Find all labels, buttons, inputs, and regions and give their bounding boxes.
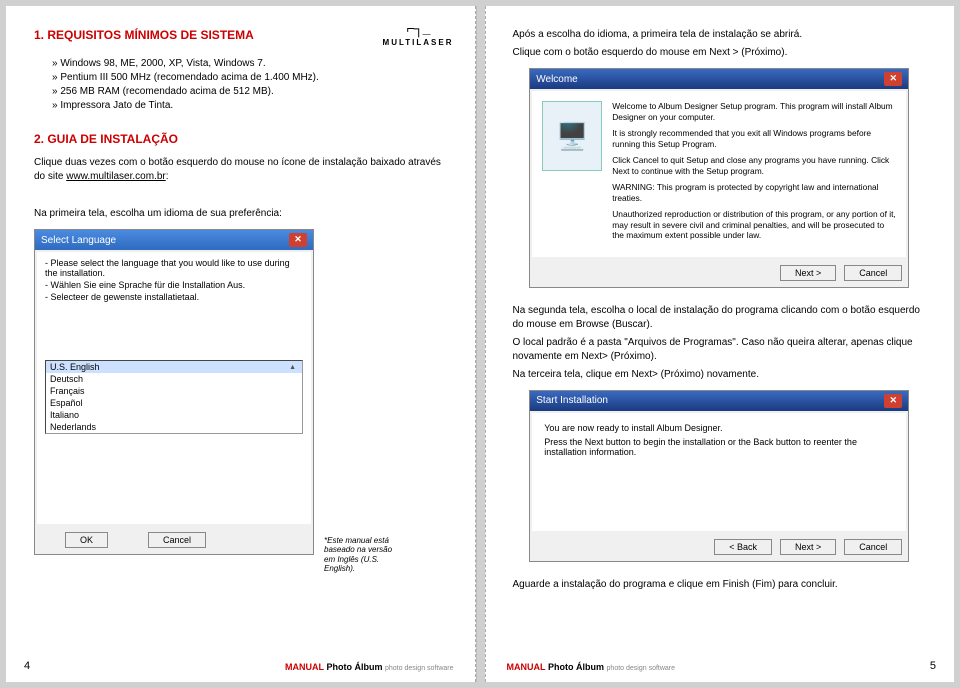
intro-p2: Clique com o botão esquerdo do mouse em …: [513, 46, 927, 60]
dialog-titlebar: Select Language ✕: [35, 230, 313, 250]
mid-p3: Na terceira tela, clique em Next> (Próxi…: [513, 368, 927, 382]
dialog-actions: < Back Next > Cancel: [530, 533, 908, 561]
guide-paragraph-1: Clique duas vezes com o botão esquerdo d…: [34, 156, 448, 184]
language-listbox[interactable]: U.S. English Deutsch Français Español It…: [45, 360, 303, 434]
dialog-title-text: Select Language: [41, 235, 116, 246]
footer-bold: Photo Álbum: [548, 662, 604, 672]
intro-p1: Após a escolha do idioma, a primeira tel…: [513, 28, 927, 42]
welcome-text: Welcome to Album Designer Setup program.…: [612, 101, 896, 247]
welcome-image: [542, 101, 602, 171]
brand-logo: ⌐┐_ MULTILASER: [383, 20, 454, 47]
mid-p1: Na segunda tela, escolha o local de inst…: [513, 304, 927, 332]
req-item: 256 MB RAM (recomendado acima de 512 MB)…: [52, 86, 448, 97]
section-2-title: 2. GUIA DE INSTALAÇÃO: [34, 132, 448, 146]
cancel-button[interactable]: Cancel: [148, 532, 206, 548]
requirements-list: Windows 98, ME, 2000, XP, Vista, Windows…: [52, 58, 448, 114]
welcome-p: It is strongly recommended that you exit…: [612, 128, 896, 149]
lang-line: - Please select the language that you wo…: [45, 258, 303, 278]
welcome-p: WARNING: This program is protected by co…: [612, 182, 896, 203]
lang-option[interactable]: Français: [46, 385, 302, 397]
next-button[interactable]: Next >: [780, 539, 836, 555]
next-button[interactable]: Next >: [780, 265, 836, 281]
final-p: Aguarde a instalação do programa e cliqu…: [513, 578, 927, 592]
text: :: [166, 171, 169, 182]
logo-glyph: ⌐┐_: [383, 20, 454, 36]
cancel-button[interactable]: Cancel: [844, 539, 902, 555]
footer-bold: Photo Álbum: [326, 662, 382, 672]
req-item: Impressora Jato de Tinta.: [52, 100, 448, 111]
start-p: You are now ready to install Album Desig…: [544, 423, 894, 433]
welcome-p: Click Cancel to quit Setup and close any…: [612, 155, 896, 176]
page-number: 5: [930, 660, 936, 672]
req-item: Windows 98, ME, 2000, XP, Vista, Windows…: [52, 58, 448, 69]
dialog-actions: OK Cancel: [35, 526, 313, 554]
dialog-title-text: Welcome: [536, 74, 578, 85]
dialog-titlebar: Welcome ✕: [530, 69, 908, 89]
guide-paragraph-2: Na primeira tela, escolha um idioma de s…: [34, 207, 448, 221]
manual-footer: MANUAL Photo Álbum photo design software: [285, 662, 454, 672]
back-button[interactable]: < Back: [714, 539, 772, 555]
welcome-p: Unauthorized reproduction or distributio…: [612, 209, 896, 241]
site-link[interactable]: www.multilaser.com.br: [66, 171, 165, 182]
footer-sub: photo design software: [607, 665, 676, 672]
lang-option[interactable]: Italiano: [46, 409, 302, 421]
manual-footer: MANUAL Photo Álbum photo design software: [507, 662, 676, 672]
dialog-body: You are now ready to install Album Desig…: [532, 413, 906, 531]
cut-mark: [475, 6, 476, 682]
ok-button[interactable]: OK: [65, 532, 108, 548]
dialog-actions: Next > Cancel: [530, 259, 908, 287]
logo-text: MULTILASER: [383, 38, 454, 47]
start-p: Press the Next button to begin the insta…: [544, 437, 894, 457]
welcome-dialog: Welcome ✕ Welcome to Album Designer Setu…: [529, 68, 909, 288]
footer-red: MANUAL: [285, 662, 324, 672]
footnote: *Este manual está baseado na versão em I…: [324, 536, 394, 574]
start-installation-dialog: Start Installation ✕ You are now ready t…: [529, 390, 909, 562]
footer-red: MANUAL: [507, 662, 546, 672]
dialog-titlebar: Start Installation ✕: [530, 391, 908, 411]
lang-option[interactable]: Nederlands: [46, 421, 302, 433]
cut-mark: [485, 6, 486, 682]
page-4: ⌐┐_ MULTILASER 1. REQUISITOS MÍNIMOS DE …: [6, 6, 477, 682]
close-icon[interactable]: ✕: [884, 72, 902, 86]
welcome-p: Welcome to Album Designer Setup program.…: [612, 101, 896, 122]
select-language-dialog: Select Language ✕ - Please select the la…: [34, 229, 314, 555]
close-icon[interactable]: ✕: [884, 394, 902, 408]
page-5: Após a escolha do idioma, a primeira tel…: [485, 6, 955, 682]
lang-line: - Selecteer de gewenste installatietaal.: [45, 292, 303, 302]
close-icon[interactable]: ✕: [289, 233, 307, 247]
mid-p2: O local padrão é a pasta "Arquivos de Pr…: [513, 336, 927, 364]
footer-sub: photo design software: [385, 665, 454, 672]
req-item: Pentium III 500 MHz (recomendado acima d…: [52, 72, 448, 83]
lang-option[interactable]: Español: [46, 397, 302, 409]
page-number: 4: [24, 660, 30, 672]
dialog-title-text: Start Installation: [536, 395, 608, 406]
cancel-button[interactable]: Cancel: [844, 265, 902, 281]
dialog-body: Welcome to Album Designer Setup program.…: [532, 91, 906, 257]
lang-option[interactable]: U.S. English: [46, 361, 302, 373]
lang-option[interactable]: Deutsch: [46, 373, 302, 385]
lang-line: - Wählen Sie eine Sprache für die Instal…: [45, 280, 303, 290]
dialog-body: - Please select the language that you wo…: [37, 252, 311, 524]
